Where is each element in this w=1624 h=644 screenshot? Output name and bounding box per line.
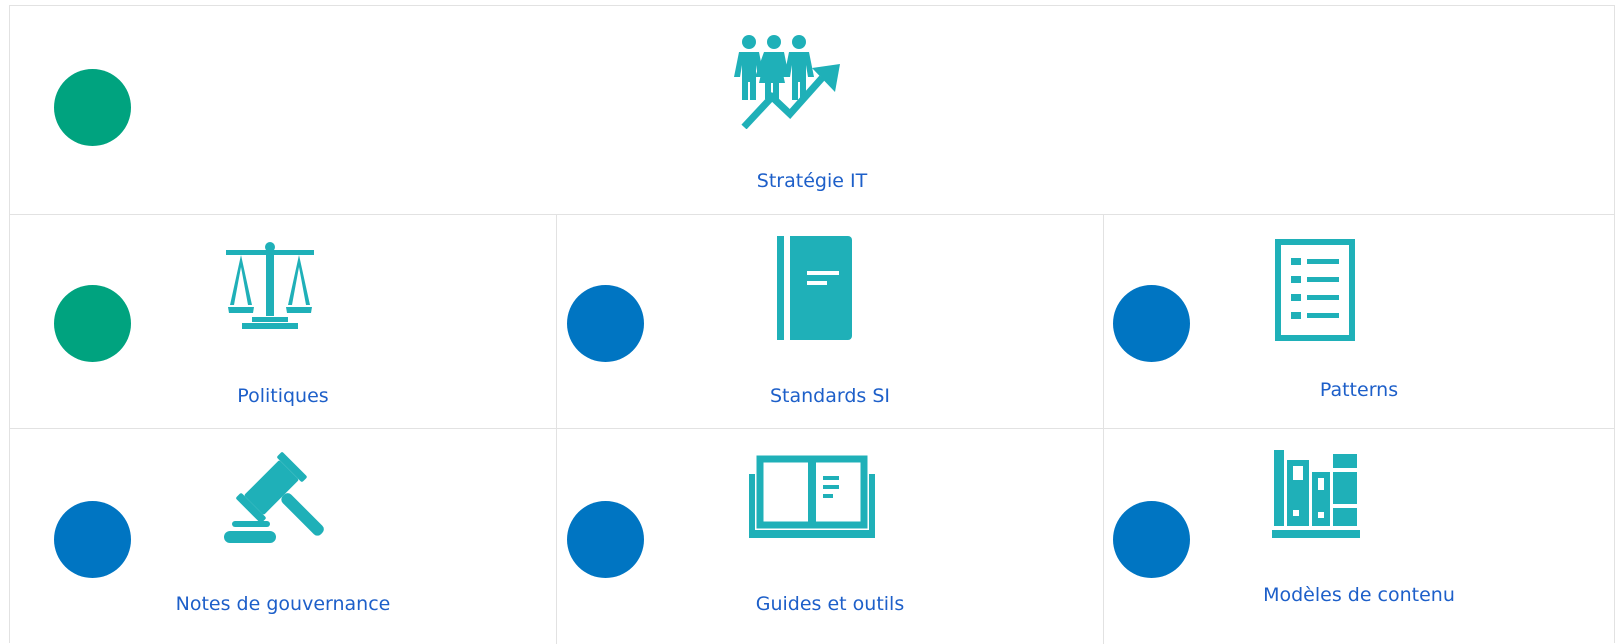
open-book-icon xyxy=(747,454,877,540)
tile-patterns[interactable]: Patterns xyxy=(1104,215,1614,428)
status-dot-green xyxy=(54,69,131,146)
status-dot-blue xyxy=(54,501,131,578)
tile-guides-et-outils[interactable]: Guides et outils xyxy=(557,429,1104,644)
status-dot-blue xyxy=(1113,501,1190,578)
tile-label: Stratégie IT xyxy=(756,170,868,192)
tile-modeles-de-contenu[interactable]: Modèles de contenu xyxy=(1104,429,1614,644)
status-dot-blue xyxy=(1113,285,1190,362)
checklist-icon xyxy=(1275,239,1355,341)
bookshelf-icon xyxy=(1272,448,1362,540)
tile-label: Patterns xyxy=(1319,379,1399,401)
tile-label: Standards SI xyxy=(769,385,891,407)
tile-label: Politiques xyxy=(237,385,329,407)
status-dot-green xyxy=(54,285,131,362)
tile-standards-si[interactable]: Standards SI xyxy=(557,215,1104,428)
tile-row-3: Notes de gouvernance Guides et outils Mo… xyxy=(10,429,1614,644)
tile-row-1: Stratégie IT xyxy=(10,6,1614,215)
gavel-icon xyxy=(220,439,330,549)
tile-label: Modèles de contenu xyxy=(1263,584,1455,606)
navigation-tile-grid: Stratégie IT Politiques Standards SI Pat… xyxy=(9,5,1615,644)
book-icon xyxy=(777,236,853,342)
tile-notes-de-gouvernance[interactable]: Notes de gouvernance xyxy=(10,429,557,644)
scales-icon xyxy=(222,237,318,333)
tile-row-2: Politiques Standards SI Patterns xyxy=(10,215,1614,429)
tile-politiques[interactable]: Politiques xyxy=(10,215,557,428)
tile-strategie-it[interactable]: Stratégie IT xyxy=(10,6,1614,214)
status-dot-blue xyxy=(567,285,644,362)
tile-label: Notes de gouvernance xyxy=(175,593,391,615)
people-growth-icon xyxy=(732,34,844,129)
tile-label: Guides et outils xyxy=(755,593,905,615)
status-dot-blue xyxy=(567,501,644,578)
